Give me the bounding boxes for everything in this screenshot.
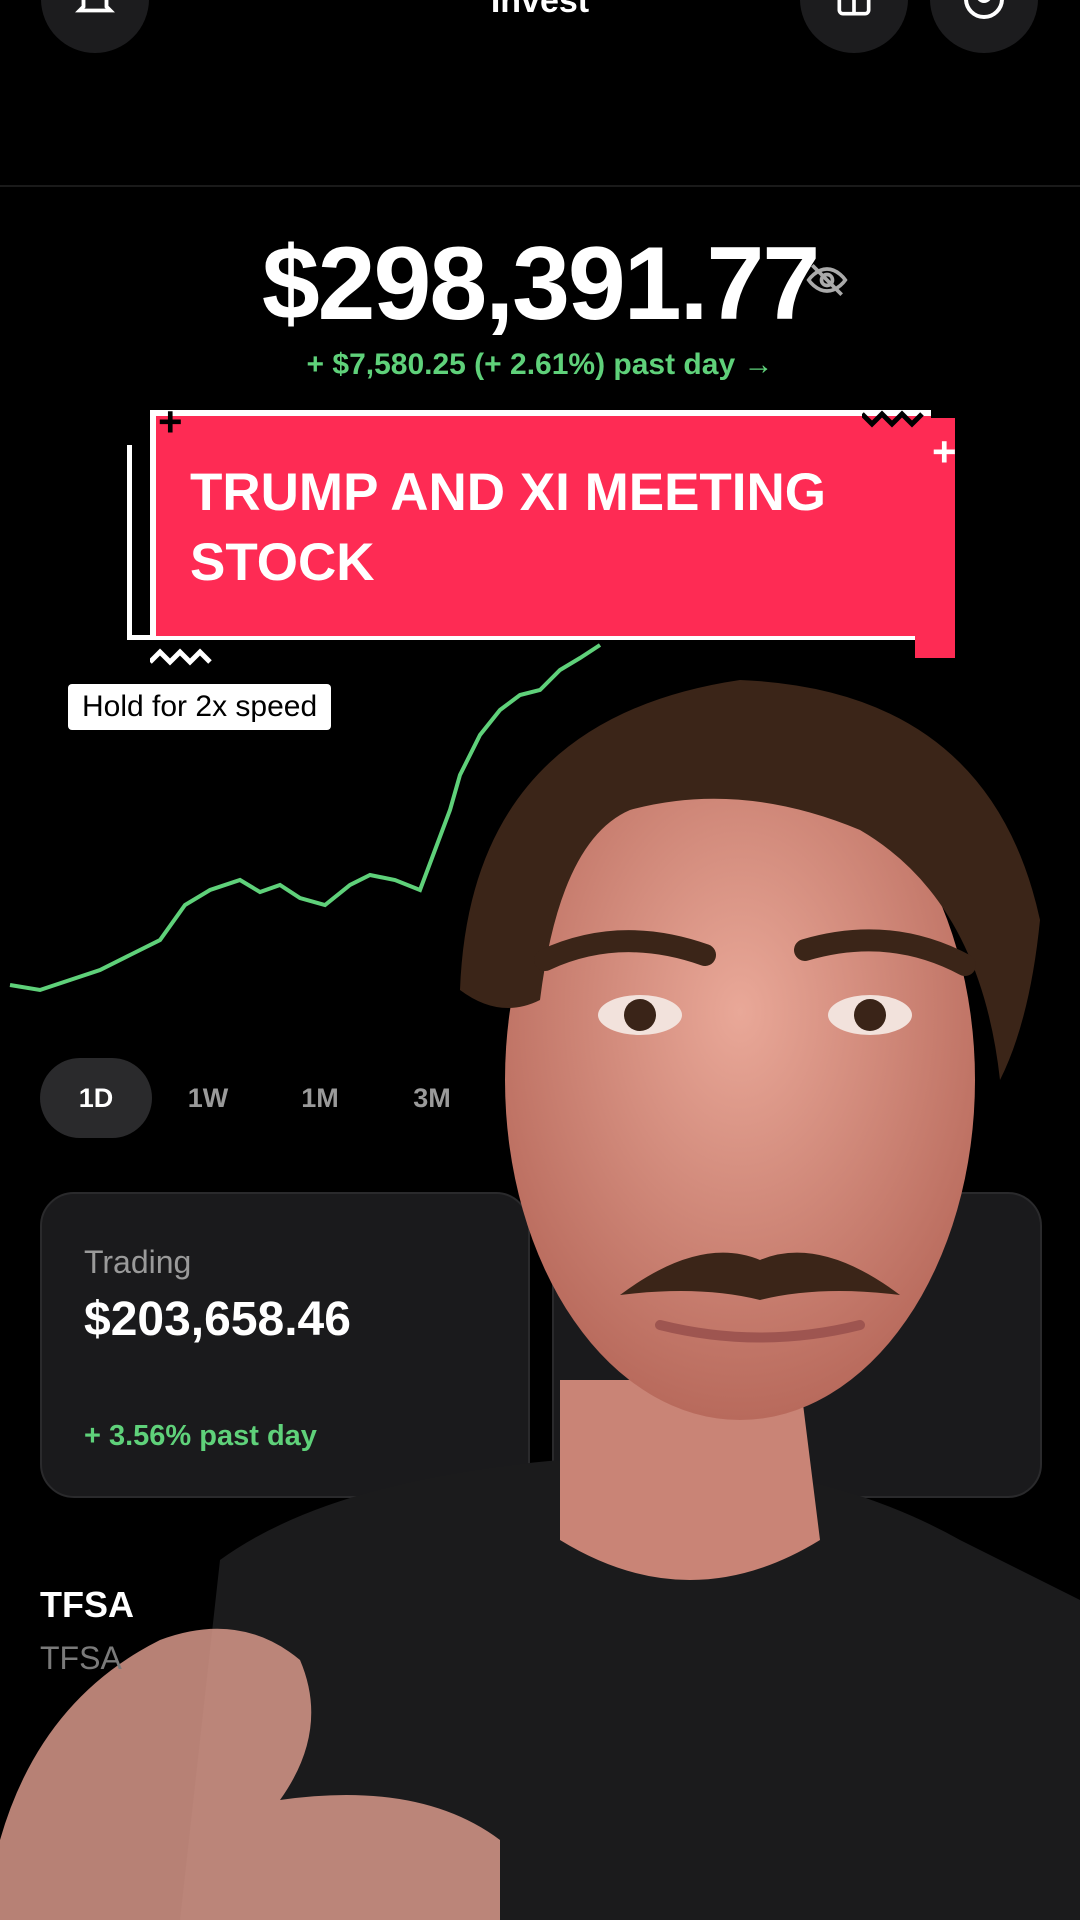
gift-button[interactable] — [800, 0, 908, 53]
profile-button[interactable] — [930, 0, 1038, 53]
portfolio-change-link[interactable]: + $7,580.25 (+ 2.61%) past day → — [0, 348, 1080, 382]
page-title: Invest — [490, 0, 590, 20]
portfolio-balance: $298,391.77 — [261, 226, 820, 342]
sticker-plus-icon: + — [158, 398, 183, 445]
headline-text: TRUMP AND XI MEETING STOCK — [190, 463, 827, 592]
header-divider — [0, 185, 1080, 187]
section-subtitle: TFSA — [40, 1640, 122, 1676]
hide-balance-icon[interactable] — [805, 258, 849, 302]
profile-icon — [964, 0, 1004, 19]
section-title: TFSA — [40, 1584, 134, 1625]
gift-icon — [837, 0, 871, 16]
presenter-video-overlay — [0, 680, 1080, 1920]
sticker-plus-icon: + — [932, 428, 957, 475]
sticker-zigzag-top — [862, 410, 924, 428]
